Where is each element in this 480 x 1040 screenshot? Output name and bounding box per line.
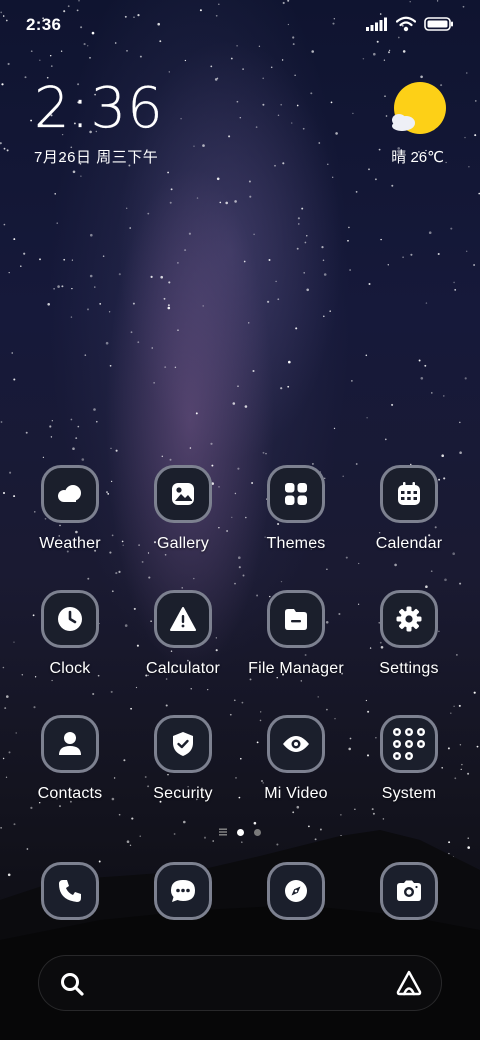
clock-icon <box>58 607 82 631</box>
page-dot-active[interactable] <box>237 828 244 836</box>
app-icon-frame <box>380 715 438 773</box>
folder-icon <box>285 609 307 630</box>
app-clock[interactable]: Clock <box>14 590 126 690</box>
app-icon-frame <box>267 465 325 523</box>
status-icons <box>366 16 454 32</box>
app-label: Security <box>153 785 213 802</box>
app-label: System <box>381 785 437 802</box>
page-indicator[interactable] <box>0 828 480 836</box>
weather-text: 晴 26℃ <box>391 149 444 166</box>
app-contacts[interactable]: Contacts <box>14 715 126 815</box>
app-mi-video[interactable]: Mi Video <box>240 715 352 815</box>
weather-cloud-icon <box>58 485 81 502</box>
contact-person-icon <box>59 732 81 755</box>
calendar-icon <box>398 482 420 505</box>
compass-icon <box>285 880 307 902</box>
gallery-icon <box>172 483 194 505</box>
weather-widget[interactable]: 晴 26℃ <box>384 82 446 166</box>
app-weather[interactable]: Weather <box>14 465 126 565</box>
app-label: Contacts <box>37 785 103 802</box>
app-file-manager[interactable]: File Manager <box>240 590 352 690</box>
eye-icon <box>283 736 309 752</box>
dock-messages[interactable] <box>127 862 239 962</box>
app-icon-frame <box>154 715 212 773</box>
app-system-folder[interactable]: System <box>353 715 465 815</box>
gear-icon <box>396 606 422 632</box>
app-icon-frame <box>154 862 212 920</box>
app-icon-frame <box>380 465 438 523</box>
shield-check-icon <box>173 732 193 756</box>
signal-icon <box>366 17 387 31</box>
camera-icon <box>397 880 421 901</box>
warning-triangle-icon <box>170 607 196 631</box>
app-label: Weather <box>39 535 101 552</box>
app-icon-frame <box>41 715 99 773</box>
wifi-icon <box>396 16 416 32</box>
app-label: File Manager <box>248 660 344 677</box>
date-text: 7月26日 周三下午 <box>34 149 159 166</box>
app-security[interactable]: Security <box>127 715 239 815</box>
app-icon-frame <box>267 715 325 773</box>
search-bar[interactable] <box>38 955 442 1011</box>
app-icon-frame <box>41 465 99 523</box>
page-dot[interactable] <box>254 828 261 836</box>
status-bar: 2:36 <box>0 0 480 50</box>
app-themes[interactable]: Themes <box>240 465 352 565</box>
app-icon-frame <box>41 590 99 648</box>
search-icon <box>61 973 84 996</box>
app-icon-frame <box>154 465 212 523</box>
app-label: Mi Video <box>264 785 328 802</box>
dock-camera[interactable] <box>353 862 465 962</box>
app-label: Settings <box>379 660 439 677</box>
app-icon-frame <box>267 862 325 920</box>
list-page-icon <box>219 828 227 836</box>
app-label: Themes <box>266 535 326 552</box>
app-icon-frame <box>380 590 438 648</box>
app-label: Calculator <box>145 660 221 677</box>
app-icon-frame <box>267 590 325 648</box>
app-calculator[interactable]: Calculator <box>127 590 239 690</box>
app-label: Calendar <box>375 535 443 552</box>
app-calendar[interactable]: Calendar <box>353 465 465 565</box>
assistant-a-icon[interactable] <box>395 969 423 997</box>
dock-browser[interactable] <box>240 862 352 962</box>
app-label: Gallery <box>156 535 210 552</box>
folder-grid-icon <box>393 728 425 760</box>
status-time: 2:36 <box>26 15 62 34</box>
sun-cloud-icon <box>392 82 446 134</box>
battery-icon <box>424 17 453 31</box>
big-time: 2:36 <box>34 76 164 141</box>
app-gallery[interactable]: Gallery <box>127 465 239 565</box>
themes-grid-icon <box>285 483 307 505</box>
app-settings[interactable]: Settings <box>353 590 465 690</box>
clock-widget[interactable]: 2:36 7月26日 周三下午 <box>34 76 164 167</box>
dock-phone[interactable] <box>14 862 126 962</box>
app-label: Clock <box>49 660 91 677</box>
message-icon <box>171 880 195 902</box>
phone-icon <box>59 880 81 902</box>
app-icon-frame <box>154 590 212 648</box>
app-icon-frame <box>41 862 99 920</box>
app-icon-frame <box>380 862 438 920</box>
